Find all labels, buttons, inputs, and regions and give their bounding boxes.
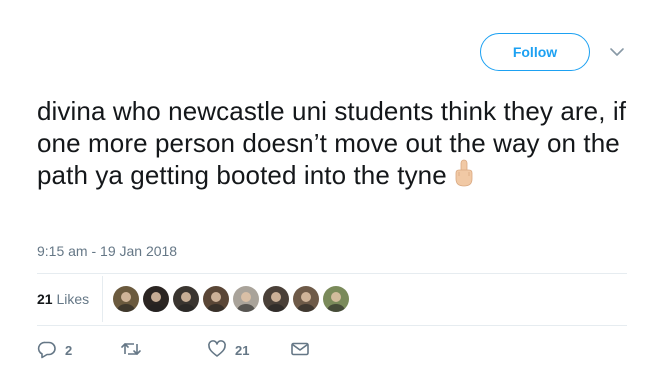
- likes-count-link[interactable]: 21 Likes: [37, 291, 89, 307]
- divider-top: [37, 273, 627, 274]
- avatar-1[interactable]: [113, 286, 139, 312]
- follow-button[interactable]: Follow: [480, 33, 590, 71]
- liker-avatars: [113, 286, 349, 312]
- avatar-7[interactable]: [293, 286, 319, 312]
- avatar-6[interactable]: [263, 286, 289, 312]
- stats-separator: [102, 276, 103, 322]
- tweet-card: Follow divina who newcastle uni students…: [0, 0, 667, 388]
- heart-icon: [207, 339, 227, 362]
- chevron-down-icon[interactable]: [607, 42, 627, 62]
- reply-count: 2: [65, 342, 73, 358]
- avatar-5[interactable]: [233, 286, 259, 312]
- tweet-text-block: divina who newcastle uni students think …: [37, 95, 637, 194]
- avatar-4[interactable]: [203, 286, 229, 312]
- envelope-icon: [290, 339, 310, 362]
- like-button[interactable]: 21: [207, 339, 250, 362]
- likes-label: Likes: [56, 291, 90, 307]
- direct-message-button[interactable]: [290, 340, 310, 360]
- avatar-8[interactable]: [323, 286, 349, 312]
- reply-button[interactable]: 2: [37, 340, 72, 360]
- avatar-2[interactable]: [143, 286, 169, 312]
- tweet-text: divina who newcastle uni students think …: [37, 96, 627, 190]
- reply-icon: [37, 339, 57, 362]
- tweet-timestamp[interactable]: 9:15 am - 19 Jan 2018: [37, 243, 177, 259]
- like-count: 21: [235, 342, 250, 358]
- divider-bottom: [37, 325, 627, 326]
- middle-finger-emoji-icon: [453, 159, 475, 194]
- avatar-3[interactable]: [173, 286, 199, 312]
- retweet-icon: [120, 339, 142, 362]
- likes-count: 21: [37, 291, 53, 307]
- retweet-button[interactable]: [120, 340, 150, 360]
